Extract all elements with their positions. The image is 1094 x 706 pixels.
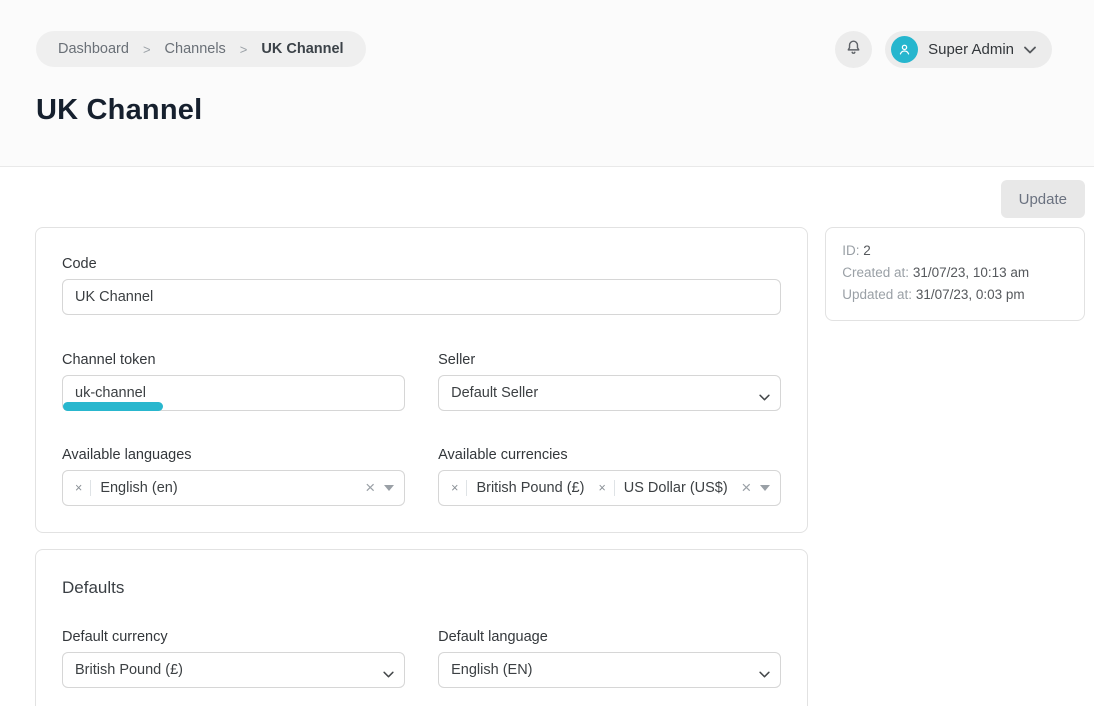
currency-chip: × US Dollar (US$) (594, 480, 727, 496)
default-language-field-group: Default language English (EN) (438, 629, 781, 688)
default-language-label: Default language (438, 629, 781, 645)
meta-created: Created at: 31/07/23, 10:13 am (842, 262, 1068, 284)
available-currencies-field-group: Available currencies × British Pound (£)… (438, 447, 781, 506)
currency-chip: × British Pound (£) (447, 480, 584, 496)
channel-details-card: Code Channel token Seller (35, 227, 808, 533)
page-header: Dashboard > Channels > UK Channel (0, 0, 1094, 167)
meta-created-value: 31/07/23, 10:13 am (913, 265, 1029, 280)
chevron-down-icon (1024, 41, 1036, 59)
defaults-heading: Defaults (62, 578, 781, 598)
chip-label: US Dollar (US$) (614, 480, 728, 496)
dropdown-arrow-icon[interactable] (760, 485, 770, 491)
language-chip: × English (en) (71, 480, 178, 496)
default-currency-field-group: Default currency British Pound (£) (62, 629, 405, 688)
meta-id: ID: 2 (842, 240, 1068, 262)
code-input[interactable] (62, 279, 781, 315)
token-highlight-bar (63, 402, 163, 411)
seller-field-group: Seller Default Seller (438, 352, 781, 411)
user-avatar (891, 36, 918, 63)
defaults-card: Defaults Default currency British Pound … (35, 549, 808, 706)
available-languages-multiselect[interactable]: × English (en) × (62, 470, 405, 506)
remove-chip-icon[interactable]: × (594, 481, 613, 495)
user-menu-button[interactable]: Super Admin (885, 31, 1052, 68)
meta-updated-value: 31/07/23, 0:03 pm (916, 287, 1025, 302)
dropdown-arrow-icon[interactable] (384, 485, 394, 491)
seller-select[interactable]: Default Seller (438, 375, 781, 411)
notifications-button[interactable] (835, 31, 872, 68)
breadcrumb-current[interactable]: UK Channel (261, 41, 343, 57)
header-actions: Super Admin (835, 31, 1052, 68)
channel-token-label: Channel token (62, 352, 405, 368)
breadcrumb-separator-icon: > (143, 42, 151, 57)
code-field-group: Code (62, 256, 781, 315)
breadcrumb-separator-icon: > (240, 42, 248, 57)
action-bar: Update (35, 180, 1085, 218)
default-currency-select[interactable]: British Pound (£) (62, 652, 405, 688)
code-label: Code (62, 256, 781, 272)
meta-id-label: ID: (842, 243, 859, 258)
entity-meta-card: ID: 2 Created at: 31/07/23, 10:13 am Upd… (825, 227, 1085, 321)
remove-chip-icon[interactable]: × (71, 481, 90, 495)
form-column: Code Channel token Seller (35, 227, 808, 706)
channel-token-field-group: Channel token (62, 352, 405, 411)
available-languages-label: Available languages (62, 447, 405, 463)
available-currencies-multiselect[interactable]: × British Pound (£) × US Dollar (US$) × (438, 470, 781, 506)
meta-id-value: 2 (863, 243, 871, 258)
update-button[interactable]: Update (1001, 180, 1085, 218)
chip-label: English (en) (90, 480, 177, 496)
chip-label: British Pound (£) (466, 480, 584, 496)
page-title: UK Channel (36, 94, 1094, 127)
top-bar: Dashboard > Channels > UK Channel (0, 0, 1094, 68)
meta-column: ID: 2 Created at: 31/07/23, 10:13 am Upd… (825, 227, 1085, 321)
breadcrumb-channels[interactable]: Channels (165, 41, 226, 57)
seller-label: Seller (438, 352, 781, 368)
bell-icon (844, 38, 863, 62)
main-content: Update Code Channel token (0, 167, 1094, 706)
default-currency-label: Default currency (62, 629, 405, 645)
available-languages-field-group: Available languages × English (en) × (62, 447, 405, 506)
breadcrumb-dashboard[interactable]: Dashboard (58, 41, 129, 57)
available-currencies-label: Available currencies (438, 447, 781, 463)
user-name: Super Admin (928, 41, 1014, 58)
breadcrumb: Dashboard > Channels > UK Channel (36, 31, 366, 67)
meta-updated-label: Updated at: (842, 287, 912, 302)
default-language-select[interactable]: English (EN) (438, 652, 781, 688)
meta-updated: Updated at: 31/07/23, 0:03 pm (842, 284, 1068, 306)
remove-chip-icon[interactable]: × (447, 481, 466, 495)
clear-all-icon[interactable]: × (356, 478, 384, 498)
meta-created-label: Created at: (842, 265, 909, 280)
clear-all-icon[interactable]: × (732, 478, 760, 498)
